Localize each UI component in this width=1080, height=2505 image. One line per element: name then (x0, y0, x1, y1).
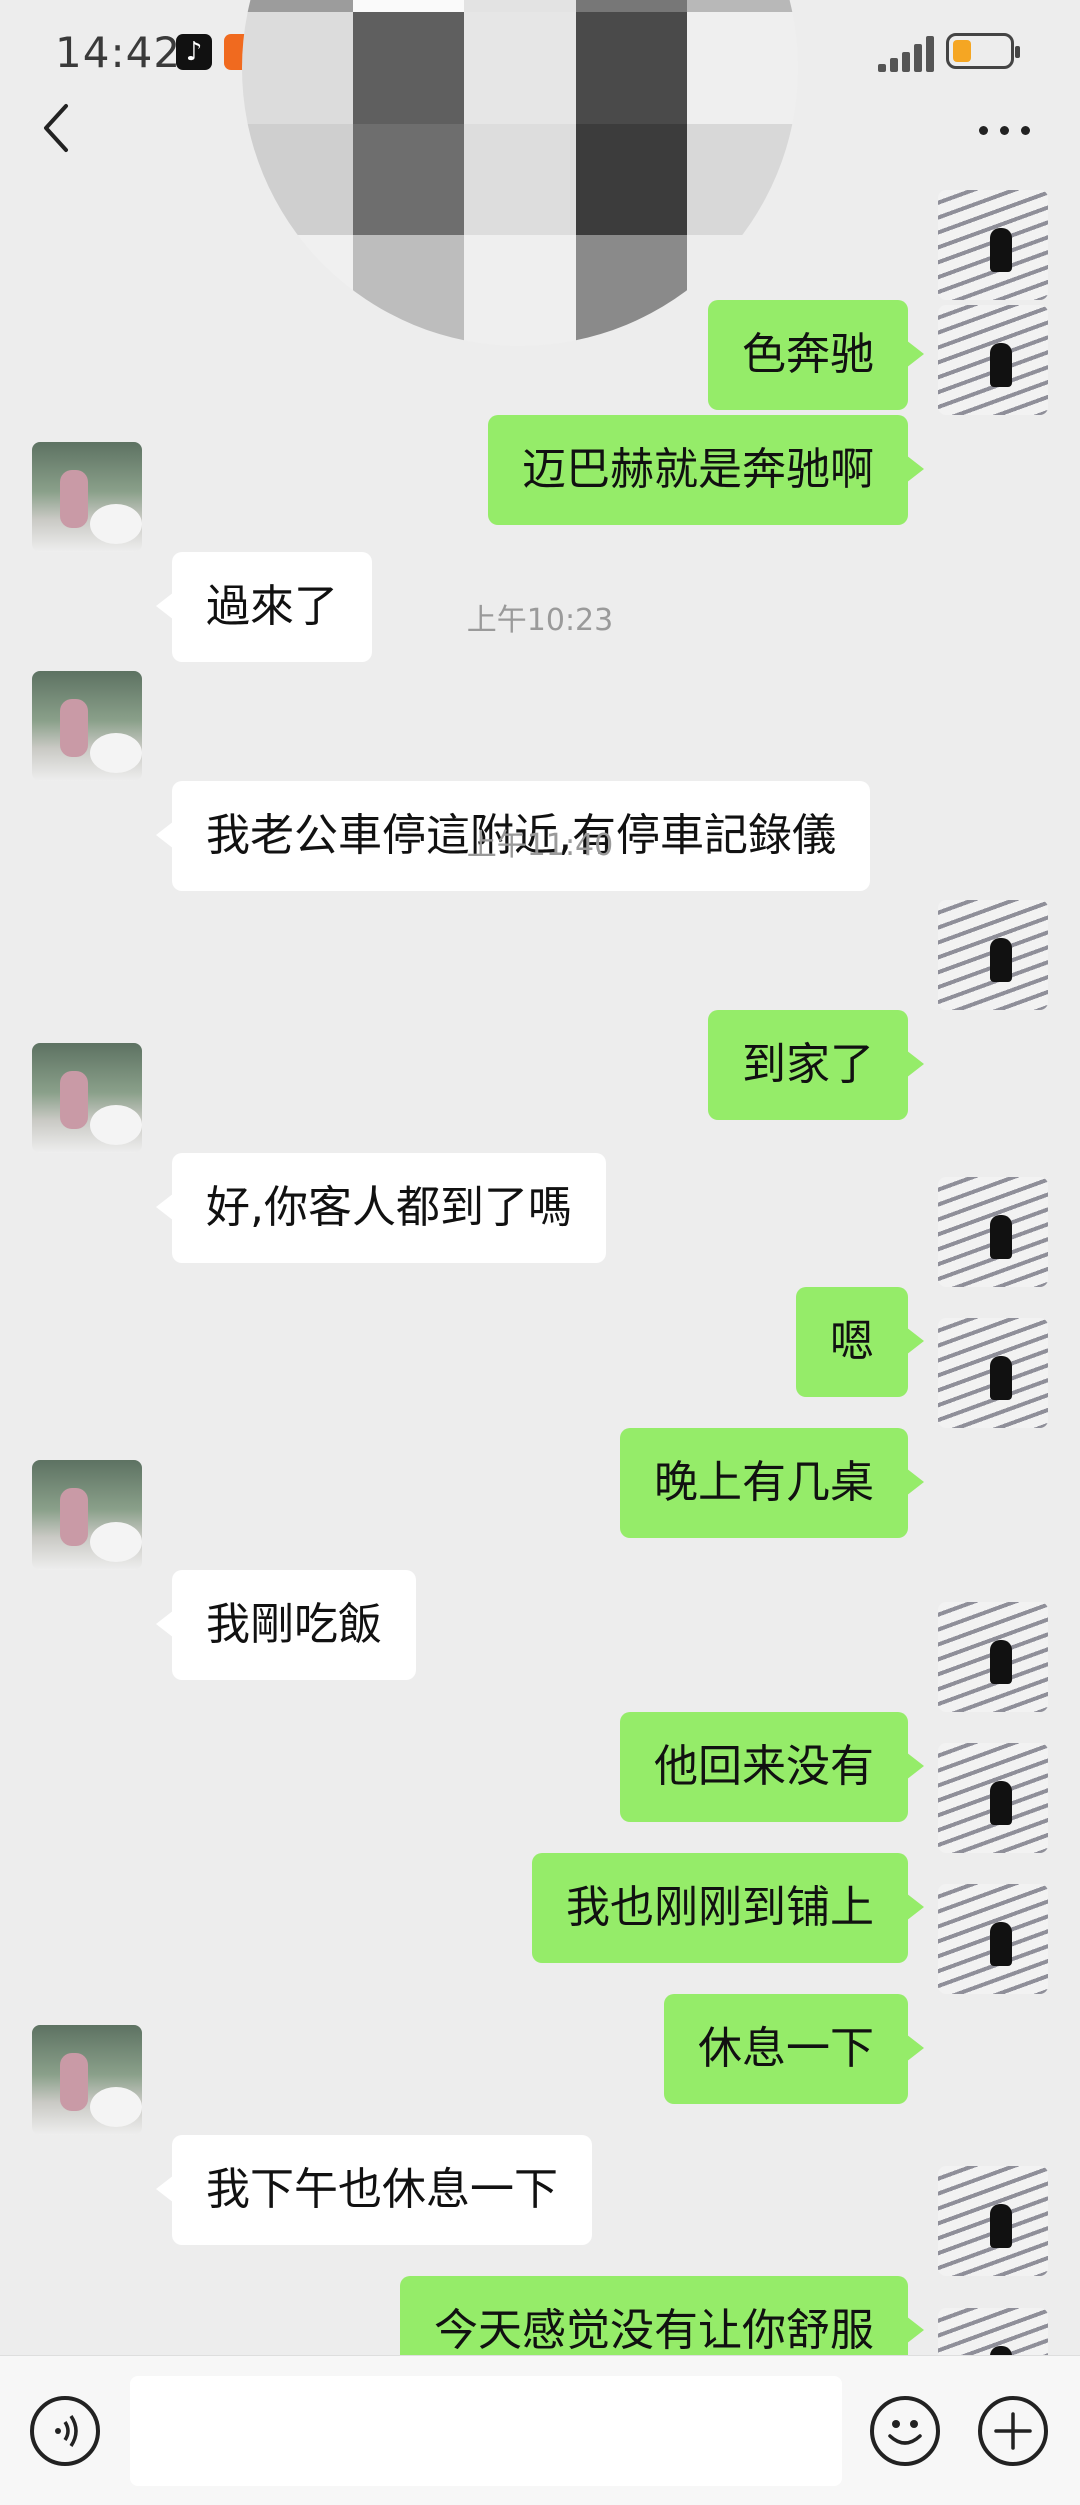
message-timestamp: 上午11:40 (466, 828, 614, 863)
emoji-icon[interactable] (870, 2396, 940, 2466)
my-avatar[interactable] (938, 2166, 1048, 2276)
my-avatar[interactable] (938, 1177, 1048, 1287)
outgoing-message: 我太紧张了 (0, 2308, 1080, 2355)
outgoing-message: 我也刚刚到铺上 (0, 1743, 1080, 1963)
contact-avatar[interactable] (32, 1460, 142, 1570)
outgoing-message: 嗯 (0, 1177, 1080, 1397)
message-timestamp: 上午10:23 (466, 603, 614, 638)
my-avatar[interactable] (938, 190, 1048, 300)
voice-icon[interactable] (30, 2396, 100, 2466)
my-avatar[interactable] (938, 900, 1048, 1010)
my-avatar[interactable] (938, 1602, 1048, 1712)
status-time: 14:42 (55, 28, 182, 77)
my-avatar[interactable] (938, 1884, 1048, 1994)
incoming-message: 好,你客人都到了嗎 (0, 1043, 1080, 1263)
contact-avatar[interactable] (32, 1043, 142, 1153)
tiktok-icon: ♪ (176, 34, 212, 70)
chat-message-list[interactable]: 色奔驰 迈巴赫就是奔驰啊 過來了 上午10:23 我老公車停這附近,有停車記錄儀 上午11… (0, 190, 1080, 2355)
contact-avatar[interactable] (32, 442, 142, 552)
outgoing-message: 休息一下 (0, 1884, 1080, 2104)
chevron-left-icon[interactable] (38, 100, 78, 156)
battery-icon (946, 33, 1020, 69)
my-avatar[interactable] (938, 2308, 1048, 2355)
my-avatar[interactable] (938, 1743, 1048, 1853)
incoming-message: 我下午也休息一下 (0, 2025, 1080, 2245)
contact-avatar[interactable] (32, 2025, 142, 2135)
more-dots-icon[interactable] (975, 120, 1035, 140)
outgoing-message: 晚上有几桌 (0, 1318, 1080, 1538)
incoming-message: 我老公車停這附近,有停車記錄儀 (0, 671, 1080, 891)
incoming-message: 我剛吃飯 (0, 1460, 1080, 1680)
plus-icon[interactable] (978, 2396, 1048, 2466)
incoming-message: 過來了 (0, 442, 1080, 662)
my-avatar[interactable] (938, 1318, 1048, 1428)
input-bar (0, 2355, 1080, 2505)
message-input[interactable] (130, 2376, 842, 2486)
outgoing-message: 到家了 (0, 900, 1080, 1120)
outgoing-message: 他回来没有 (0, 1602, 1080, 1822)
my-avatar[interactable] (938, 305, 1048, 415)
contact-avatar[interactable] (32, 671, 142, 781)
outgoing-message: 今天感觉没有让你舒服 (0, 2166, 1080, 2355)
signal-icon (868, 34, 934, 72)
